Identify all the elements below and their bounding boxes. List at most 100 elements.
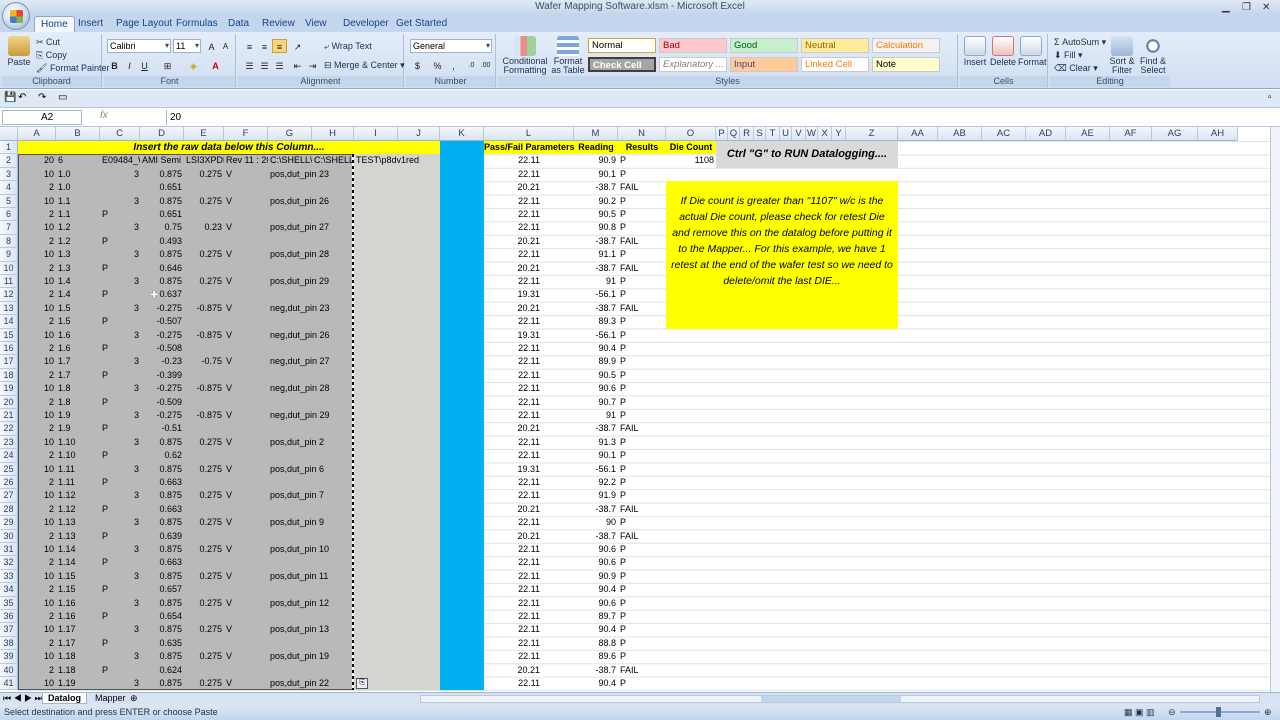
result-cell[interactable]: P (618, 342, 666, 355)
pass-fail-cell[interactable]: 20.21 (484, 503, 574, 516)
raw-cell[interactable] (100, 208, 140, 221)
raw-cell[interactable]: 1.7 (56, 355, 100, 368)
raw-cell[interactable]: 10 (18, 650, 56, 663)
result-cell[interactable]: FAIL (618, 664, 666, 677)
raw-cell[interactable]: 1.0 (56, 181, 100, 194)
raw-cell[interactable] (100, 422, 140, 435)
font-name-combo[interactable]: Calibri (107, 39, 171, 53)
save-icon[interactable]: 💾 (4, 92, 16, 103)
pass-fail-cell[interactable]: 22.11 (484, 154, 574, 167)
result-cell[interactable]: P (618, 221, 666, 234)
raw-cell[interactable]: 1.3 (56, 262, 100, 275)
raw-cell[interactable]: 1.4 (56, 275, 100, 288)
raw-cell[interactable]: pos,dut_pin 29 (268, 275, 354, 288)
reading-cell[interactable]: -38.7 (574, 664, 618, 677)
raw-cell[interactable] (268, 610, 354, 623)
result-cell[interactable]: FAIL (618, 530, 666, 543)
reading-cell[interactable]: -56.1 (574, 329, 618, 342)
raw-cell[interactable]: pos,dut_pin 19 (268, 650, 354, 663)
result-cell[interactable]: P (618, 195, 666, 208)
result-cell[interactable]: P (618, 570, 666, 583)
raw-cell[interactable]: 10 (18, 195, 56, 208)
row-header-14[interactable]: 14 (0, 315, 18, 329)
tab-data[interactable]: Data (222, 16, 255, 32)
raw-cell[interactable]: neg,dut_pin 27 (268, 355, 354, 368)
raw-cell[interactable]: 6 (56, 154, 100, 167)
raw-cell[interactable]: 0.275 (184, 677, 224, 690)
raw-cell[interactable] (268, 503, 354, 516)
worksheet-grid[interactable]: A B C D E F G H I J K L M N O P Q R S T U V W X Y Z AA AB AC AD AE AF AG… (0, 127, 1280, 692)
conditional-formatting-button[interactable]: Conditional Formatting (502, 36, 548, 75)
raw-cell[interactable] (268, 664, 354, 677)
result-cell[interactable]: P (618, 154, 666, 167)
pass-fail-cell[interactable]: 22.11 (484, 449, 574, 462)
raw-cell[interactable]: -0.399 (140, 369, 184, 382)
raw-cell[interactable]: V (224, 489, 268, 502)
raw-cell[interactable] (268, 422, 354, 435)
raw-cell[interactable]: V (224, 355, 268, 368)
raw-cell[interactable]: -0.275 (140, 382, 184, 395)
reading-cell[interactable]: 89.9 (574, 355, 618, 368)
raw-cell[interactable]: pos,dut_pin 6 (268, 463, 354, 476)
raw-cell[interactable] (184, 342, 224, 355)
result-cell[interactable]: P (618, 288, 666, 301)
decrease-indent-icon[interactable]: ⇤ (290, 58, 305, 72)
raw-cell[interactable] (184, 262, 224, 275)
merge-center-button[interactable]: ⊟ Merge & Center ▾ (324, 60, 405, 71)
cell-style-linked-cell[interactable]: Linked Cell (801, 57, 869, 72)
result-cell[interactable]: FAIL (618, 262, 666, 275)
raw-cell[interactable] (268, 556, 354, 569)
underline-icon[interactable]: U (137, 58, 152, 72)
raw-cell[interactable]: neg,dut_pin 29 (268, 409, 354, 422)
raw-cell[interactable] (100, 476, 140, 489)
column-header-AC[interactable]: AC (982, 127, 1026, 141)
raw-cell[interactable]: 10 (18, 570, 56, 583)
row-header-22[interactable]: 22 (0, 422, 18, 436)
raw-cell[interactable]: 2 (18, 208, 56, 221)
raw-cell[interactable]: pos,dut_pin 26 (268, 195, 354, 208)
raw-cell[interactable]: 1.15 (56, 570, 100, 583)
raw-cell[interactable]: 0.635 (140, 637, 184, 650)
raw-cell[interactable]: 0.663 (140, 476, 184, 489)
raw-cell[interactable]: 2 (18, 556, 56, 569)
raw-cell[interactable]: 0.875 (140, 516, 184, 529)
raw-cell[interactable]: 0.275 (184, 623, 224, 636)
result-cell[interactable]: P (618, 476, 666, 489)
raw-cell[interactable]: 1.11 (56, 463, 100, 476)
raw-cell[interactable] (224, 396, 268, 409)
office-button[interactable] (2, 2, 30, 30)
column-header-X[interactable]: X (818, 127, 832, 141)
align-center-icon[interactable]: ☰ (257, 58, 272, 72)
column-header-R[interactable]: R (740, 127, 754, 141)
name-box[interactable]: A2 (2, 110, 82, 125)
raw-cell[interactable]: 0.275 (184, 168, 224, 181)
raw-cell[interactable] (268, 583, 354, 596)
raw-cell[interactable] (224, 449, 268, 462)
column-header-Y[interactable]: Y (832, 127, 846, 141)
raw-cell[interactable] (184, 556, 224, 569)
raw-cell[interactable]: 2 (18, 583, 56, 596)
raw-cell[interactable]: 2 (18, 422, 56, 435)
pass-fail-cell[interactable]: 22.11 (484, 476, 574, 489)
result-cell[interactable]: FAIL (618, 235, 666, 248)
result-cell[interactable]: P (618, 610, 666, 623)
raw-cell[interactable]: neg,dut_pin 23 (268, 302, 354, 315)
pass-fail-cell[interactable]: 22.11 (484, 677, 574, 690)
new-sheet-icon[interactable]: ⊕ (130, 693, 138, 704)
pass-fail-cell[interactable]: 22.11 (484, 597, 574, 610)
column-header-AD[interactable]: AD (1026, 127, 1066, 141)
raw-cell[interactable] (224, 369, 268, 382)
raw-cell[interactable]: pos,dut_pin 7 (268, 489, 354, 502)
increase-indent-icon[interactable]: ⇥ (305, 58, 320, 72)
raw-cell[interactable]: V (224, 436, 268, 449)
orientation-icon[interactable]: ↗ (290, 39, 305, 53)
reading-cell[interactable]: 90.2 (574, 195, 618, 208)
insert-cells-button[interactable]: Insert (962, 36, 988, 67)
reading-cell[interactable]: -38.7 (574, 503, 618, 516)
row-header-4[interactable]: 4 (0, 181, 18, 195)
raw-cell[interactable]: 0.875 (140, 168, 184, 181)
raw-cell[interactable]: 3 (100, 597, 140, 610)
raw-cell[interactable] (184, 315, 224, 328)
comma-icon[interactable]: , (446, 58, 461, 72)
raw-cell[interactable]: 0.875 (140, 677, 184, 690)
